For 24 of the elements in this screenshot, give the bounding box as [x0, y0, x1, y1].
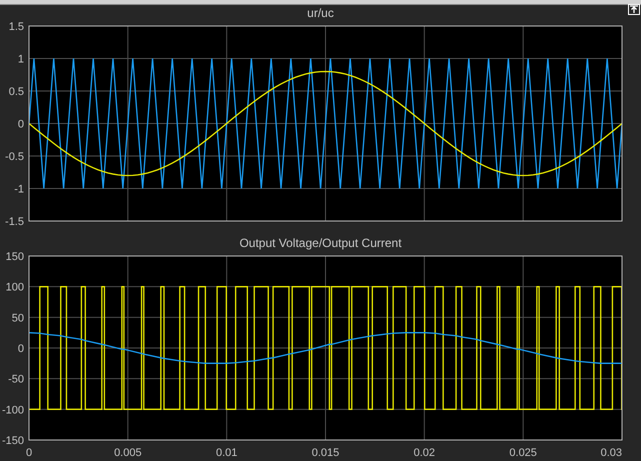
axis-tick-label: 1.5: [8, 21, 24, 33]
axis-tick-label: 0: [18, 118, 24, 130]
box-arrow-icon[interactable]: [628, 4, 640, 15]
axis-tick-label: 0: [18, 343, 24, 355]
axis-tick-label: -1: [14, 184, 24, 196]
chart-title: Output Voltage/Output Current: [239, 236, 402, 250]
axis-tick-label: -100: [2, 404, 24, 416]
axis-tick-label: 0.015: [312, 447, 340, 459]
axis-tick-label: 50: [12, 312, 24, 324]
axis-tick-label: -150: [2, 435, 24, 447]
axis-tick-label: 100: [6, 282, 24, 294]
axis-tick-label: 0.025: [509, 447, 537, 459]
axis-tick-label: 0.03: [600, 447, 622, 459]
axis-tick-label: 0.02: [414, 447, 436, 459]
axis-tick-label: -0.5: [5, 151, 24, 163]
axis-tick-label: 0.5: [8, 86, 24, 98]
axis-tick-label: 0.005: [114, 447, 142, 459]
axis-tick-label: 1: [18, 54, 24, 66]
axis-tick-label: -1.5: [5, 216, 24, 228]
chart-title: ur/uc: [307, 6, 334, 20]
axis-tick-label: 0: [26, 447, 32, 459]
axis-tick-label: 150: [6, 251, 24, 263]
axis-tick-label: -50: [8, 374, 24, 386]
axis-tick-label: 0.01: [216, 447, 238, 459]
